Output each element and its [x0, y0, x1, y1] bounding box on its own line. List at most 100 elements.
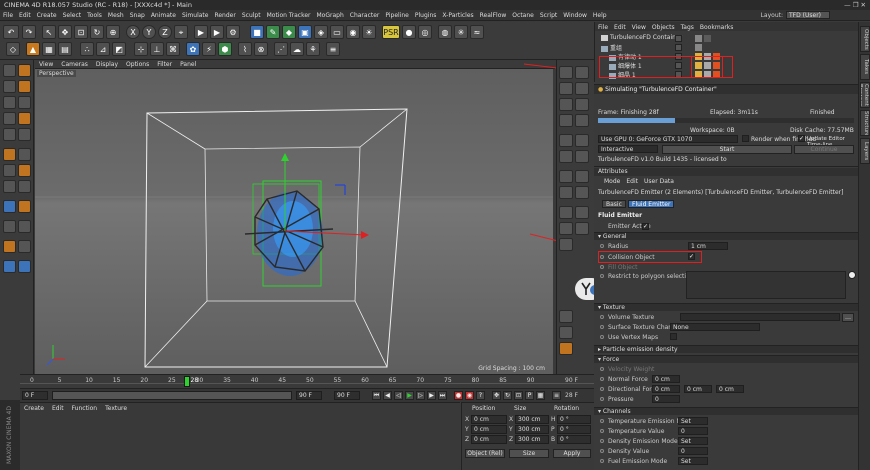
- coord-size-dropdown[interactable]: Size: [509, 449, 549, 458]
- rt-tool-11-icon[interactable]: [559, 150, 573, 163]
- rt-tool-8-icon[interactable]: [575, 114, 589, 127]
- go-to-start-icon[interactable]: ⏮: [372, 391, 381, 400]
- autokeying-icon[interactable]: ◉: [465, 391, 474, 400]
- texture-mode-icon[interactable]: ▦: [42, 42, 56, 56]
- key-pla-icon[interactable]: ▦: [536, 391, 545, 400]
- key-param-icon[interactable]: P: [525, 391, 534, 400]
- script-icon[interactable]: ≡: [326, 42, 340, 56]
- side-tab-content-browser[interactable]: Content Browser: [860, 82, 870, 108]
- channel-value[interactable]: Set: [678, 457, 708, 465]
- rt-tool-10-icon[interactable]: [575, 134, 589, 147]
- workplane-icon[interactable]: ▤: [58, 42, 72, 56]
- rt-tool-20-icon[interactable]: [575, 222, 589, 235]
- material-menu-function[interactable]: Function: [68, 403, 102, 414]
- enable-axis-icon[interactable]: ⊥: [150, 42, 164, 56]
- rt-tool-17-icon[interactable]: [559, 206, 573, 219]
- coord-rotation-input[interactable]: 0 °: [557, 435, 591, 444]
- tfd-container-icon[interactable]: ☁: [290, 42, 304, 56]
- sim-mode-select[interactable]: Interactive: [598, 145, 658, 153]
- visibility-dots-icon[interactable]: [675, 35, 682, 42]
- attributes-menu-mode[interactable]: Mode: [604, 178, 620, 185]
- rt-tool-7-icon[interactable]: [559, 114, 573, 127]
- velocity-weight-anim-dot[interactable]: [600, 367, 604, 371]
- render-settings-icon[interactable]: ⚙: [226, 25, 240, 39]
- continue-button[interactable]: Continue: [794, 145, 854, 154]
- menu-item-animate[interactable]: Animate: [148, 10, 179, 21]
- brush-side-icon[interactable]: [18, 200, 31, 213]
- menu-item-simulate[interactable]: Simulate: [179, 10, 212, 21]
- record-key-icon[interactable]: ●: [402, 25, 416, 39]
- menu-item-script[interactable]: Script: [537, 10, 560, 21]
- section-force[interactable]: ▾ Force: [594, 355, 858, 363]
- points-mode-icon[interactable]: ∴: [80, 42, 94, 56]
- model-side-icon[interactable]: [18, 64, 31, 77]
- rt-tool-3-icon[interactable]: [559, 82, 573, 95]
- live-selection-icon[interactable]: ↖: [42, 25, 56, 39]
- material-menu-edit[interactable]: Edit: [48, 403, 68, 414]
- apply-button[interactable]: Apply: [553, 449, 591, 458]
- viewport-menu-display[interactable]: Display: [92, 60, 122, 69]
- menu-item-mesh[interactable]: Mesh: [105, 10, 127, 21]
- viewport-menu-cameras[interactable]: Cameras: [57, 60, 92, 69]
- attributes-menu-user-data[interactable]: User Data: [644, 178, 674, 185]
- rt-tool-4-icon[interactable]: [575, 82, 589, 95]
- solo-side-icon[interactable]: [3, 148, 16, 161]
- end-frame-field-a[interactable]: 90 F: [296, 391, 322, 400]
- tweak-icon[interactable]: ⌘: [166, 42, 180, 56]
- floor-icon[interactable]: ▭: [330, 25, 344, 39]
- bridge-side-icon[interactable]: [3, 220, 16, 233]
- side-tab-objects[interactable]: Objects: [860, 26, 870, 52]
- record-icon[interactable]: ●: [454, 391, 463, 400]
- volume-texture-field[interactable]: [680, 313, 840, 321]
- viewport-menu-view[interactable]: View: [35, 60, 57, 69]
- coord-size-input[interactable]: 300 cm: [515, 415, 549, 424]
- emitter-active-checkbox[interactable]: ✓: [642, 223, 649, 230]
- object-tag-icon[interactable]: [695, 35, 702, 42]
- fill-anim-dot[interactable]: [600, 265, 604, 269]
- rt-tool-23-icon[interactable]: [559, 326, 573, 339]
- coord-position-input[interactable]: 0 cm: [471, 435, 507, 444]
- section-texture[interactable]: ▾ Texture: [594, 303, 858, 311]
- rt-tool-2-icon[interactable]: [575, 66, 589, 79]
- rt-tool-22-icon[interactable]: [559, 310, 573, 323]
- prev-key-icon[interactable]: ◀: [383, 391, 392, 400]
- z-axis-lock-icon[interactable]: Z: [158, 25, 172, 39]
- object-menu-file[interactable]: File: [595, 22, 611, 33]
- rt-tool-6-icon[interactable]: [575, 98, 589, 111]
- menu-item-tools[interactable]: Tools: [84, 10, 105, 21]
- start-button[interactable]: Start: [662, 145, 792, 154]
- tab-basic[interactable]: Basic: [602, 200, 626, 208]
- extrude-side-icon[interactable]: [18, 220, 31, 233]
- window-controls[interactable]: — ❐ ✕: [844, 1, 866, 9]
- coord-rotation-input[interactable]: 0 °: [557, 415, 591, 424]
- snap-side-icon[interactable]: [3, 128, 16, 141]
- cube-primitive-icon[interactable]: ■: [250, 25, 264, 39]
- section-particle[interactable]: ▸ Particle emission density: [594, 345, 858, 353]
- menu-item-render[interactable]: Render: [211, 10, 238, 21]
- key-rotation-icon[interactable]: ↻: [503, 391, 512, 400]
- viewport-menu-panel[interactable]: Panel: [176, 60, 200, 69]
- dir-force-x-input[interactable]: 0 cm: [652, 385, 680, 393]
- make-editable-side-icon[interactable]: [3, 64, 16, 77]
- menu-item-create[interactable]: Create: [34, 10, 60, 21]
- current-frame-marker[interactable]: [183, 376, 190, 387]
- channel-anim-dot[interactable]: [600, 429, 604, 433]
- menu-item-edit[interactable]: Edit: [16, 10, 34, 21]
- material-menu-texture[interactable]: Texture: [101, 403, 131, 414]
- xray-side-icon[interactable]: [3, 164, 16, 177]
- mograph-cloner-icon[interactable]: ✿: [186, 42, 200, 56]
- make-editable-icon[interactable]: ◇: [6, 42, 20, 56]
- pressure-input[interactable]: 0: [652, 395, 680, 403]
- deformer-icon[interactable]: ◈: [314, 25, 328, 39]
- dir-force-z-input[interactable]: 0 cm: [716, 385, 744, 393]
- next-frame-icon[interactable]: ▷: [416, 391, 425, 400]
- menu-item-sculpt[interactable]: Sculpt: [239, 10, 264, 21]
- volume-texture-more-button[interactable]: …: [842, 313, 854, 322]
- prev-frame-icon[interactable]: ◁: [394, 391, 403, 400]
- menu-item-file[interactable]: File: [0, 10, 16, 21]
- start-frame-field[interactable]: 0 F: [22, 391, 48, 400]
- xparticles-icon[interactable]: ✳: [454, 25, 468, 39]
- grid-side-icon[interactable]: [3, 260, 16, 273]
- rt-tool-21-icon[interactable]: [559, 238, 573, 251]
- gpu-select[interactable]: Use GPU 0: GeForce GTX 1070: [598, 135, 738, 143]
